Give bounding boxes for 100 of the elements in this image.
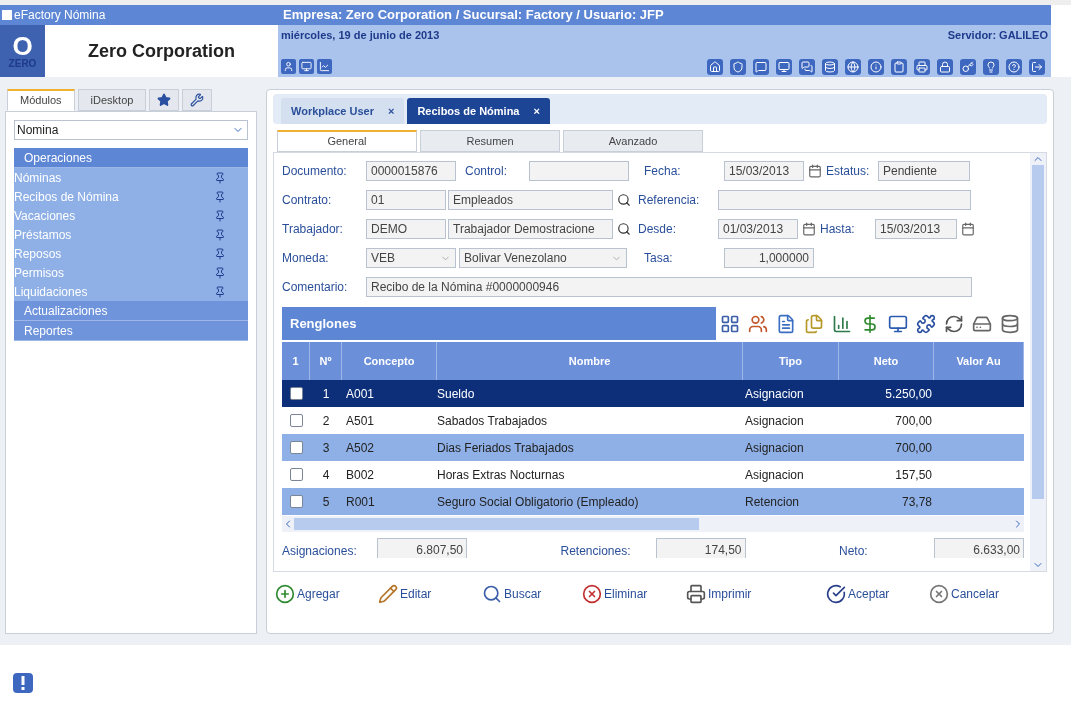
field-label: Control: — [465, 163, 509, 180]
row-checkbox[interactable] — [289, 495, 303, 508]
monitor-icon[interactable] — [776, 59, 792, 75]
cancel-icon — [929, 584, 949, 604]
documents-icon[interactable] — [804, 313, 824, 334]
sidebar-tab[interactable]: iDesktop — [77, 89, 147, 111]
row-checkbox[interactable] — [289, 414, 303, 427]
input-field[interactable]: 15/03/2013 — [875, 219, 957, 239]
favorites-tab[interactable] — [149, 89, 180, 111]
clipboard-icon[interactable] — [891, 59, 907, 75]
form-tab[interactable]: Resumen — [420, 130, 560, 152]
input-field[interactable]: 1,000000 — [724, 248, 814, 268]
total-field: 6.633,00 — [934, 538, 1024, 558]
input-field[interactable]: 15/03/2013 — [724, 161, 804, 181]
search-icon[interactable] — [617, 222, 631, 236]
refresh-icon[interactable] — [944, 313, 964, 334]
row-checkbox[interactable] — [289, 387, 303, 400]
search-icon[interactable] — [617, 193, 631, 207]
input-field[interactable] — [529, 161, 629, 181]
grid-icon[interactable] — [720, 313, 740, 334]
form-tab[interactable]: Avanzado — [563, 130, 703, 152]
globe-icon[interactable] — [845, 59, 861, 75]
input-field[interactable]: 01/03/2013 — [718, 219, 798, 239]
chart-icon[interactable] — [832, 313, 852, 334]
action-button[interactable]: Aceptar — [826, 584, 929, 604]
user-icon[interactable] — [281, 59, 296, 74]
monitor-icon[interactable] — [888, 313, 908, 334]
form-tab[interactable]: General — [277, 130, 417, 152]
row-checkbox[interactable] — [289, 468, 303, 481]
pin-icon — [214, 285, 226, 298]
input-field[interactable]: Trabajador Demostracione — [448, 219, 613, 239]
users-icon[interactable] — [748, 313, 768, 334]
action-button[interactable]: Imprimir — [686, 584, 826, 604]
input-field[interactable]: Recibo de la Nómina #0000000946 — [366, 277, 972, 297]
lock-icon[interactable] — [937, 59, 953, 75]
table-cell-text: A501 — [345, 412, 376, 430]
calendar-icon[interactable] — [961, 222, 975, 236]
input-field[interactable] — [718, 190, 971, 210]
input-field[interactable]: 0000015876 — [366, 161, 456, 181]
table-row[interactable]: 1 A001 Sueldo Asignacion 5.250,00 — [282, 380, 1024, 407]
home-icon[interactable] — [707, 59, 723, 75]
chat-icon[interactable] — [753, 59, 769, 75]
currency-select[interactable]: VEB — [366, 248, 456, 268]
table-cell-text: 700,00 — [894, 412, 933, 430]
close-icon[interactable]: × — [533, 102, 540, 120]
calendar-icon[interactable] — [802, 222, 816, 236]
table-cell-text: Horas Extras Nocturnas — [437, 466, 566, 484]
date-text: miércoles, 19 de junio de 2013 — [281, 28, 440, 43]
row-checkbox[interactable] — [289, 441, 303, 454]
printer-icon — [686, 584, 706, 604]
logout-icon[interactable] — [1029, 59, 1045, 75]
action-button[interactable]: Cancelar — [929, 584, 1000, 604]
action-button[interactable]: Buscar — [482, 584, 582, 604]
window-icon[interactable] — [299, 59, 314, 74]
delete-icon — [582, 584, 602, 604]
input-field[interactable]: 01 — [366, 190, 446, 210]
table-cell-text: 4 — [321, 466, 331, 484]
section-header[interactable]: Operaciones — [14, 148, 248, 168]
table-cell-text: 3 — [321, 439, 331, 457]
action-button[interactable]: Editar — [378, 584, 482, 604]
input-field[interactable]: DEMO — [366, 219, 446, 239]
document-icon[interactable] — [776, 313, 796, 334]
info-icon[interactable] — [868, 59, 884, 75]
input-field[interactable]: Pendiente — [878, 161, 970, 181]
close-icon[interactable]: × — [387, 102, 395, 120]
table-row[interactable]: 3 A502 Dias Feriados Trabajados Asignacion 700,00 — [282, 434, 1024, 461]
table-cell-text: 1 — [321, 385, 331, 403]
input-field[interactable]: Empleados — [448, 190, 613, 210]
key-icon[interactable] — [960, 59, 976, 75]
currency-select[interactable]: Bolivar Venezolano — [459, 248, 627, 268]
document-tab[interactable]: Workplace User × — [281, 98, 405, 124]
table-cell-text: Asignacion — [744, 412, 805, 430]
pin-icon — [214, 228, 226, 241]
pin-icon — [214, 171, 226, 184]
server-text: Servidor: GALILEO — [947, 28, 1048, 43]
document-tab[interactable]: Recibos de Nómina × — [407, 98, 550, 124]
printer-icon[interactable] — [914, 59, 930, 75]
field-label: Contrato: — [282, 192, 333, 209]
total-label: Retenciones: — [560, 543, 632, 558]
alert-icon[interactable] — [12, 671, 34, 694]
star-icon — [157, 93, 172, 107]
messages-icon[interactable] — [799, 59, 815, 75]
sidebar-tab[interactable]: Módulos — [7, 89, 75, 111]
action-button[interactable]: Eliminar — [582, 584, 686, 604]
puzzle-icon[interactable] — [916, 313, 936, 334]
settings-tab[interactable] — [182, 89, 213, 111]
table-cell-text: 157,50 — [894, 466, 933, 484]
help-icon[interactable] — [1006, 59, 1022, 75]
field-label: Desde: — [638, 221, 678, 238]
table-row[interactable]: 5 R001 Seguro Social Obligatorio (Empleado) Retencion 73,78 — [282, 488, 1024, 515]
module-select[interactable]: Nomina — [14, 120, 248, 140]
table-cell-text: Retencion — [744, 493, 801, 511]
grid-title: Renglones — [290, 314, 357, 333]
action-button[interactable]: Agregar — [275, 584, 378, 604]
lightbulb-icon[interactable] — [983, 59, 999, 75]
table-cell-text: 5.250,00 — [884, 385, 933, 403]
shield-icon[interactable] — [730, 59, 746, 75]
table-cell-text: 2 — [321, 412, 331, 430]
calendar-icon[interactable] — [808, 164, 822, 178]
chart-icon[interactable] — [317, 59, 332, 74]
